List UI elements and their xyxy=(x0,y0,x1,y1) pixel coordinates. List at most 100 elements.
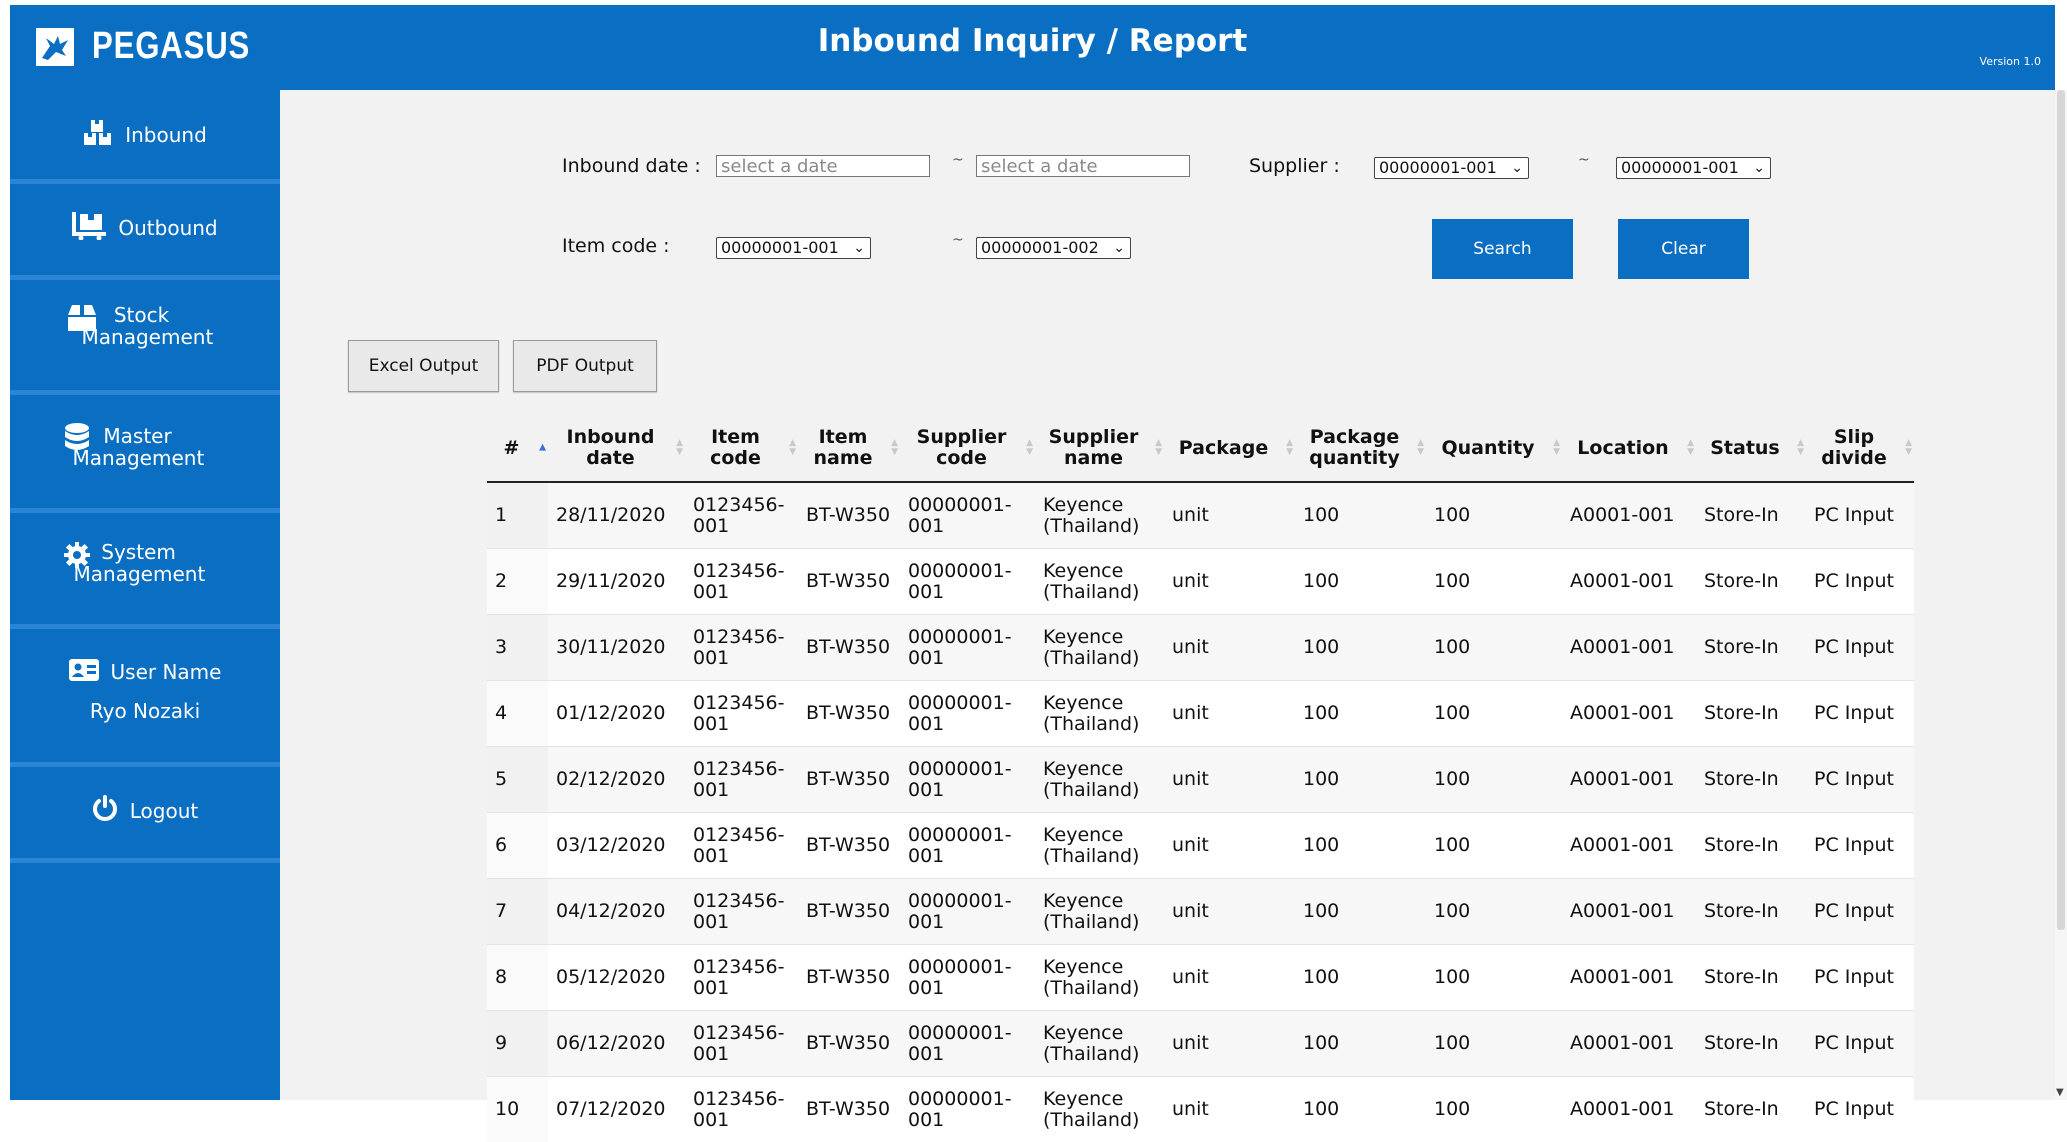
column-header-label: Location xyxy=(1562,438,1684,459)
table-cell: 8 xyxy=(487,945,548,1011)
table-cell: BT-W350 xyxy=(798,1077,900,1142)
table-cell: A0001-001 xyxy=(1562,615,1696,681)
column-header[interactable]: Itemcode▲▼ xyxy=(685,415,798,482)
search-button[interactable]: Search xyxy=(1432,219,1573,279)
column-header-label: name xyxy=(798,448,888,469)
table-cell: 0123456-001 xyxy=(685,1011,798,1077)
column-header[interactable]: Itemname▲▼ xyxy=(798,415,900,482)
column-header[interactable]: Suppliername▲▼ xyxy=(1035,415,1164,482)
table-row[interactable]: 401/12/20200123456-001BT-W35000000001-00… xyxy=(487,681,1914,747)
table-row[interactable]: 1007/12/20200123456-001BT-W35000000001-0… xyxy=(487,1077,1914,1142)
sort-icon[interactable]: ▲▼ xyxy=(1155,439,1162,457)
table-cell: 0123456-001 xyxy=(685,945,798,1011)
sort-icon[interactable]: ▲▼ xyxy=(789,439,796,457)
top-header: PEGASUS Inbound Inquiry / Report Version… xyxy=(10,5,2055,90)
column-header[interactable]: Quantity▲▼ xyxy=(1426,415,1562,482)
table-cell: 1 xyxy=(487,482,548,549)
column-header[interactable]: Inbounddate▲▼ xyxy=(548,415,685,482)
sidebar-item-system-management[interactable]: System Management xyxy=(10,513,280,629)
column-header[interactable]: Location▲▼ xyxy=(1562,415,1696,482)
excel-output-button[interactable]: Excel Output xyxy=(348,340,499,392)
inbound-date-from-input[interactable] xyxy=(716,155,930,177)
select-value: 00000001-002 xyxy=(981,238,1099,257)
supplier-from-select[interactable]: 00000001-001 ⌄ xyxy=(1374,157,1529,179)
column-header-label: Supplier xyxy=(1035,427,1152,448)
sidebar-item-label: Outbound xyxy=(118,217,217,239)
sidebar-item-inbound[interactable]: Inbound xyxy=(10,90,280,184)
table-row[interactable]: 229/11/20200123456-001BT-W35000000001-00… xyxy=(487,549,1914,615)
column-header-label: Inbound xyxy=(548,427,673,448)
sort-icon[interactable]: ▲▼ xyxy=(891,439,898,457)
table-cell: A0001-001 xyxy=(1562,549,1696,615)
table-row[interactable]: 906/12/20200123456-001BT-W35000000001-00… xyxy=(487,1011,1914,1077)
column-header[interactable]: Package▲▼ xyxy=(1164,415,1295,482)
table-cell: Keyence (Thailand) xyxy=(1035,1077,1164,1142)
column-header-label: # xyxy=(487,438,536,459)
chevron-down-icon: ⌄ xyxy=(1113,238,1125,258)
sort-icon[interactable]: ▲ xyxy=(539,444,546,453)
sort-icon[interactable]: ▲▼ xyxy=(1286,439,1293,457)
table-cell: 04/12/2020 xyxy=(548,879,685,945)
table-row[interactable]: 704/12/20200123456-001BT-W35000000001-00… xyxy=(487,879,1914,945)
table-cell: 100 xyxy=(1295,1011,1426,1077)
select-value: 00000001-001 xyxy=(721,238,839,257)
column-header[interactable]: Packagequantity▲▼ xyxy=(1295,415,1426,482)
column-header[interactable]: Slipdivide▲▼ xyxy=(1806,415,1914,482)
pdf-output-button[interactable]: PDF Output xyxy=(513,340,657,392)
item-code-from-select[interactable]: 00000001-001 ⌄ xyxy=(716,237,871,259)
table-cell: Keyence (Thailand) xyxy=(1035,615,1164,681)
sort-icon[interactable]: ▲▼ xyxy=(1687,439,1694,457)
chevron-down-icon: ⌄ xyxy=(1753,158,1765,178)
supplier-to-select[interactable]: 00000001-001 ⌄ xyxy=(1616,157,1771,179)
item-code-range-separator: ~ xyxy=(952,232,964,248)
sort-icon[interactable]: ▲▼ xyxy=(676,439,683,457)
table-cell: 100 xyxy=(1295,879,1426,945)
table-cell: Store-In xyxy=(1696,879,1806,945)
table-row[interactable]: 603/12/20200123456-001BT-W35000000001-00… xyxy=(487,813,1914,879)
table-cell: A0001-001 xyxy=(1562,813,1696,879)
vertical-scrollbar[interactable]: ▼ xyxy=(2055,90,2067,1100)
table-cell: 00000001-001 xyxy=(900,482,1035,549)
table-cell: Keyence (Thailand) xyxy=(1035,945,1164,1011)
boxes-icon xyxy=(83,120,113,150)
sidebar-item-logout[interactable]: Logout xyxy=(10,767,280,863)
table-cell: 06/12/2020 xyxy=(548,1011,685,1077)
column-header-label: code xyxy=(685,448,786,469)
column-header[interactable]: Suppliercode▲▼ xyxy=(900,415,1035,482)
table-row[interactable]: 805/12/20200123456-001BT-W35000000001-00… xyxy=(487,945,1914,1011)
sort-icon[interactable]: ▲▼ xyxy=(1797,439,1804,457)
sort-icon[interactable]: ▲▼ xyxy=(1553,439,1560,457)
table-cell: 00000001-001 xyxy=(900,549,1035,615)
table-cell: 100 xyxy=(1426,1011,1562,1077)
sidebar-item-master-management[interactable]: Master Management xyxy=(10,395,280,513)
table-cell: 9 xyxy=(487,1011,548,1077)
inbound-date-to-input[interactable] xyxy=(976,155,1190,177)
table-cell: PC Input xyxy=(1806,1011,1914,1077)
table-cell: A0001-001 xyxy=(1562,1077,1696,1142)
column-header[interactable]: #▲ xyxy=(487,415,548,482)
sidebar-item-stock-management[interactable]: Stock Management xyxy=(10,280,280,395)
column-header-label: name xyxy=(1035,448,1152,469)
table-cell: 00000001-001 xyxy=(900,615,1035,681)
scrollbar-thumb[interactable] xyxy=(2057,90,2065,930)
table-cell: 30/11/2020 xyxy=(548,615,685,681)
column-header-label: Item xyxy=(685,427,786,448)
clear-button[interactable]: Clear xyxy=(1618,219,1749,279)
table-cell: 0123456-001 xyxy=(685,879,798,945)
table-row[interactable]: 128/11/20200123456-001BT-W35000000001-00… xyxy=(487,482,1914,549)
dolly-icon xyxy=(72,212,106,244)
sort-icon[interactable]: ▲▼ xyxy=(1417,439,1424,457)
table-cell: PC Input xyxy=(1806,813,1914,879)
table-row[interactable]: 330/11/20200123456-001BT-W35000000001-00… xyxy=(487,615,1914,681)
table-cell: PC Input xyxy=(1806,879,1914,945)
sidebar-item-outbound[interactable]: Outbound xyxy=(10,184,280,280)
table-cell: 100 xyxy=(1426,813,1562,879)
sort-icon[interactable]: ▲▼ xyxy=(1026,439,1033,457)
item-code-to-select[interactable]: 00000001-002 ⌄ xyxy=(976,237,1131,259)
table-cell: 07/12/2020 xyxy=(548,1077,685,1142)
sort-icon[interactable]: ▲▼ xyxy=(1905,439,1912,457)
table-row[interactable]: 502/12/20200123456-001BT-W35000000001-00… xyxy=(487,747,1914,813)
column-header[interactable]: Status▲▼ xyxy=(1696,415,1806,482)
scroll-down-arrow-icon[interactable]: ▼ xyxy=(2056,1087,2064,1098)
table-cell: Store-In xyxy=(1696,615,1806,681)
